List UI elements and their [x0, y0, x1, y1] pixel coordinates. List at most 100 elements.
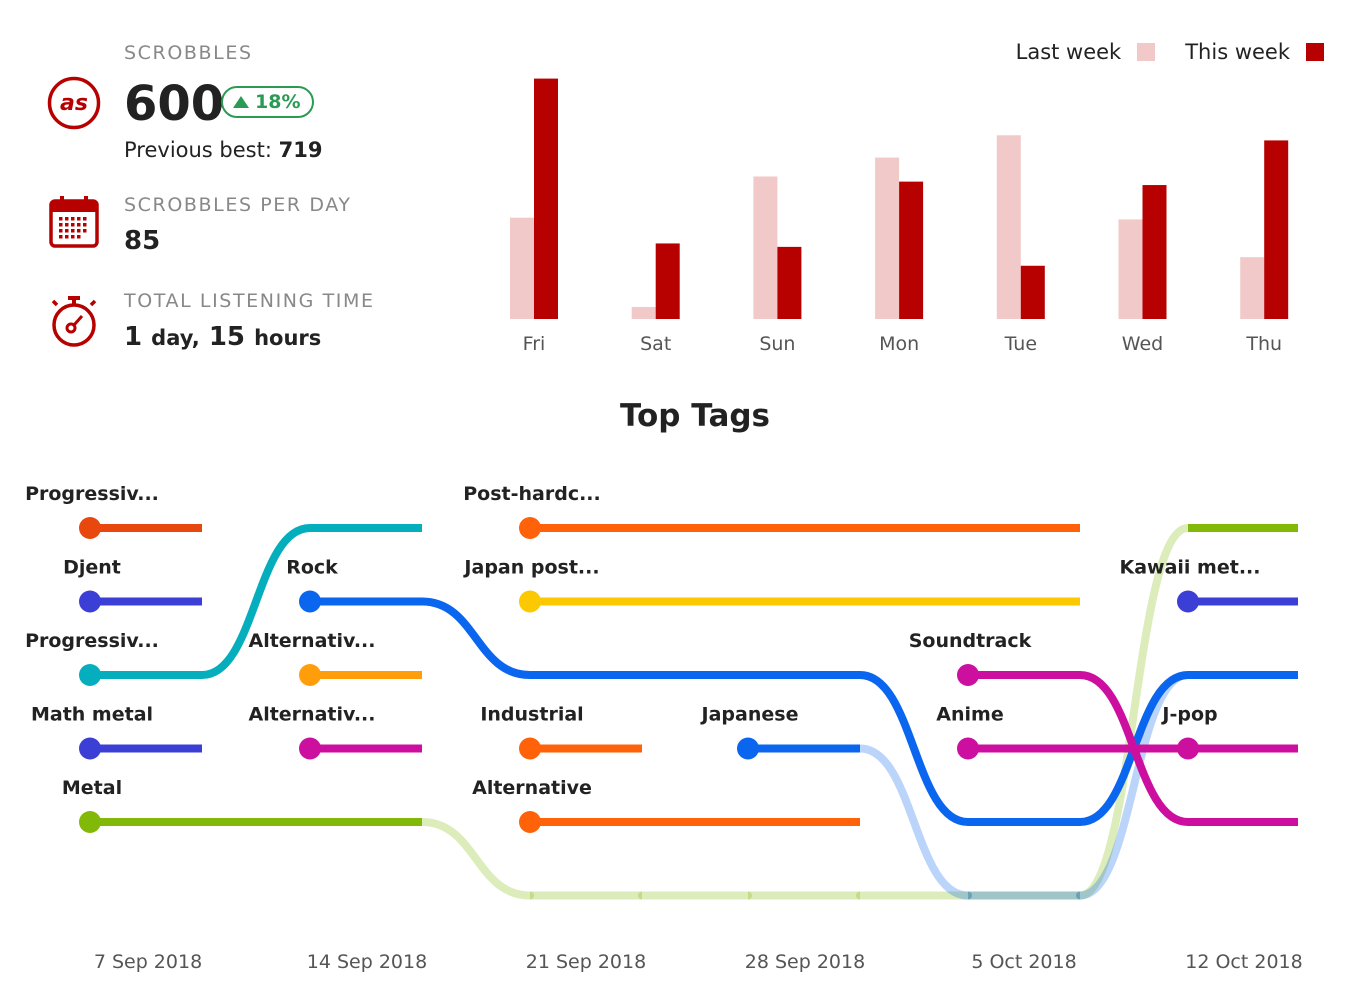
per-day-label: SCROBBLES PER DAY	[124, 194, 352, 216]
tag-series: Alternativ...	[249, 630, 422, 686]
legend-swatch-last-week	[1137, 43, 1156, 61]
weekly-bar-chart: Fri Sat Sun Mon Tue Wed Thu	[510, 78, 1289, 355]
tag-label: Kawaii met...	[1120, 557, 1261, 579]
bar-sat-this-week	[655, 243, 680, 319]
change-value: 18%	[255, 91, 301, 113]
tag-connector	[198, 524, 314, 679]
tag-series: Alternativ...	[249, 704, 422, 760]
tag-label: J-pop	[1160, 704, 1217, 726]
tag-label: Djent	[63, 557, 121, 579]
tag-series: Djent	[63, 557, 202, 613]
tag-start-dot	[1177, 737, 1199, 760]
tag-label: Anime	[936, 704, 1003, 726]
tag-series: Metal	[62, 524, 1298, 900]
tag-start-dot	[79, 517, 101, 539]
tag-series: Industrial	[480, 704, 642, 760]
top-tags-chart: Progressiv... Djent Progressiv... Math meta…	[25, 483, 1303, 973]
bar-thu-last-week	[1240, 257, 1265, 319]
tag-connector	[418, 818, 534, 900]
tag-connector	[856, 671, 972, 826]
x-axis-date: 28 Sep 2018	[745, 951, 865, 973]
listening-hours: 15	[208, 322, 245, 352]
tag-start-dot	[737, 737, 759, 760]
bar-sun-last-week	[753, 176, 778, 319]
listening-value: 1 day, 15 hours	[124, 322, 321, 352]
previous-best-label: Previous best:	[124, 138, 272, 162]
x-axis-date: 12 Oct 2018	[1185, 951, 1302, 973]
tag-start-dot	[519, 737, 541, 760]
per-day-value: 85	[124, 226, 161, 256]
tag-label: Alternativ...	[249, 630, 376, 652]
bar-tue-last-week	[996, 135, 1021, 319]
tag-label: Japanese	[700, 704, 799, 726]
tag-label: Alternativ...	[249, 704, 376, 726]
bar-wed-this-week	[1142, 185, 1167, 319]
tag-start-dot	[957, 664, 979, 686]
previous-best: Previous best: 719	[124, 138, 322, 162]
top-tags-title: Top Tags	[619, 398, 771, 434]
scrobbles-label: SCROBBLES	[124, 42, 253, 64]
x-tick-label: Mon	[879, 333, 919, 355]
tag-series: Progressiv...	[25, 483, 202, 539]
x-axis-date: 7 Sep 2018	[94, 951, 202, 973]
tag-start-dot	[79, 811, 101, 833]
x-tick-label: Thu	[1245, 333, 1282, 355]
tag-start-dot	[299, 737, 321, 760]
listening-hours-unit: hours	[254, 326, 322, 350]
x-tick-label: Fri	[523, 333, 546, 355]
tag-series: Soundtrack	[909, 630, 1298, 826]
previous-best-value: 719	[278, 138, 323, 162]
tag-start-dot	[1177, 590, 1199, 613]
listening-label: TOTAL LISTENING TIME	[124, 290, 375, 312]
tag-label: Industrial	[480, 704, 583, 726]
x-tick-label: Sat	[640, 333, 671, 355]
bar-wed-last-week	[1118, 219, 1143, 319]
x-tick-label: Wed	[1122, 333, 1163, 355]
tag-connector	[418, 597, 534, 679]
tag-start-dot	[79, 737, 101, 760]
tag-series: Japan post...	[462, 557, 1080, 613]
lastfm-logo-icon: as	[47, 76, 101, 130]
scrobbles-value: 600	[124, 76, 225, 132]
tag-label: Soundtrack	[909, 630, 1032, 652]
tag-start-dot	[519, 590, 541, 613]
tag-start-dot	[519, 517, 541, 539]
x-axis-date: 14 Sep 2018	[307, 951, 427, 973]
bar-mon-this-week	[899, 181, 924, 319]
svg-text:as: as	[60, 91, 88, 116]
tag-label: Metal	[62, 777, 122, 799]
tag-series: Post-hardc...	[463, 483, 1080, 539]
change-badge: 18%	[221, 86, 315, 118]
tag-label: Progressiv...	[25, 483, 159, 505]
listening-days-unit: day,	[151, 326, 200, 350]
bar-fri-this-week	[534, 78, 558, 319]
tag-series: Kawaii met...	[1120, 557, 1298, 613]
legend-swatch-this-week	[1306, 43, 1324, 61]
tag-series: Math metal	[31, 704, 202, 760]
bar-thu-this-week	[1264, 140, 1289, 319]
tag-start-dot	[299, 664, 321, 686]
tag-series: J-pop	[1160, 704, 1298, 760]
tag-label: Rock	[286, 557, 338, 579]
bar-sat-last-week	[631, 306, 656, 319]
tag-label: Post-hardc...	[463, 483, 601, 505]
x-tick-label: Tue	[1004, 333, 1037, 355]
tag-label: Math metal	[31, 704, 153, 726]
tag-start-dot	[79, 590, 101, 613]
stopwatch-icon	[51, 296, 97, 347]
tag-start-dot	[957, 737, 979, 760]
tag-start-dot	[299, 590, 321, 613]
arrow-up-icon	[233, 96, 249, 108]
listening-days: 1	[124, 322, 143, 352]
x-axis-date: 5 Oct 2018	[971, 951, 1076, 973]
bar-tue-this-week	[1020, 265, 1045, 319]
bar-mon-last-week	[875, 157, 900, 319]
tag-start-dot	[519, 811, 541, 833]
x-axis-date: 21 Sep 2018	[526, 951, 646, 973]
tag-label: Progressiv...	[25, 630, 159, 652]
calendar-icon	[49, 196, 99, 248]
x-tick-label: Sun	[759, 333, 795, 355]
tag-series: Alternative	[472, 777, 860, 833]
bar-fri-last-week	[510, 217, 534, 319]
tag-label: Japan post...	[462, 557, 599, 579]
